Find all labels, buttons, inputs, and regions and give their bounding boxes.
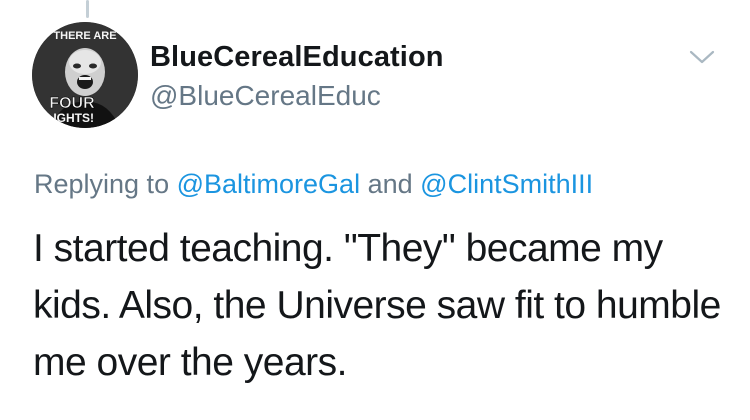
thread-connector-line <box>86 0 89 18</box>
avatar[interactable]: THERE ARE FOUR LIGHTS! <box>32 22 138 128</box>
avatar-top-text: THERE ARE <box>53 30 116 42</box>
tweet-card: THERE ARE FOUR LIGHTS! BlueCerealEducati… <box>0 0 750 420</box>
tweet-text: I started teaching. "They" became my kid… <box>33 227 721 384</box>
chevron-down-icon[interactable] <box>688 48 716 66</box>
reply-prefix: Replying to <box>34 169 170 199</box>
mention-link-2[interactable]: @ClintSmithIII <box>420 169 593 199</box>
display-name[interactable]: BlueCerealEducation <box>150 38 444 76</box>
avatar-image: THERE ARE FOUR LIGHTS! <box>32 22 138 128</box>
author-block: BlueCerealEducation @BlueCerealEduc <box>150 38 444 114</box>
reply-context: Replying to @BaltimoreGal and @ClintSmit… <box>34 166 593 202</box>
mention-link-1[interactable]: @BaltimoreGal <box>177 169 360 199</box>
avatar-mid-text: FOUR <box>49 95 95 112</box>
reply-conjunction: and <box>367 169 413 199</box>
avatar-bottom-text: LIGHTS! <box>46 111 94 125</box>
user-handle[interactable]: @BlueCerealEduc <box>150 78 444 114</box>
